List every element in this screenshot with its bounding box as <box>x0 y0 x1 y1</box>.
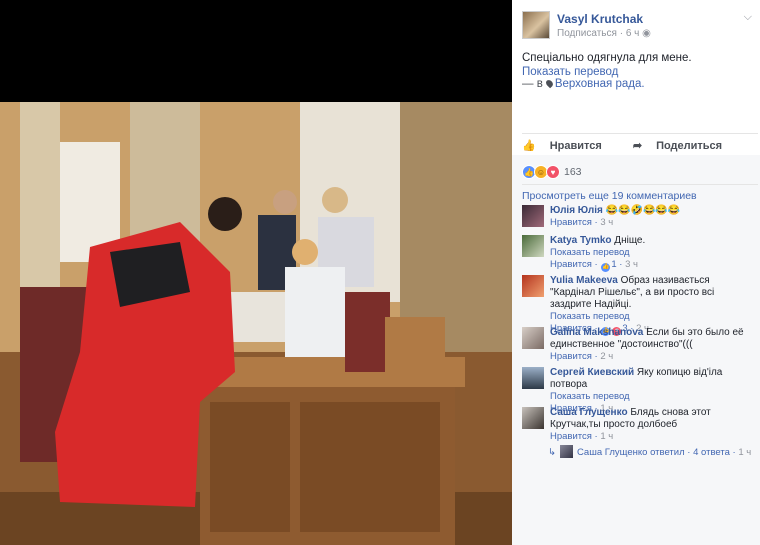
comment-time: 1 ч <box>600 431 614 442</box>
comment-body: Galina Makshanova Если бы это было её ед… <box>550 327 755 363</box>
post-actions: 👍 Нравится ➦ Поделиться <box>522 139 750 153</box>
translate-link[interactable]: Показать перевод <box>550 311 755 323</box>
author-avatar[interactable] <box>522 11 550 39</box>
comment-body: Саша Глущенко Блядь снова этот Крутчак,т… <box>550 407 755 443</box>
share-icon: ➦ <box>632 140 643 152</box>
share-button[interactable]: ➦ Поделиться <box>632 139 736 153</box>
reaction-count: 163 <box>564 166 582 178</box>
comment-meta: Нравится · 1 ч <box>550 431 614 442</box>
commenter-avatar[interactable] <box>522 235 544 257</box>
comment-like-link[interactable]: Нравится <box>550 351 592 362</box>
location-prefix: — в <box>522 78 543 90</box>
subscribe-link[interactable]: Подписаться <box>557 28 617 39</box>
comment-time: 3 ч <box>600 217 614 228</box>
comment-text: 😂😂🤣😂😂😂 <box>605 205 681 216</box>
commenter-name[interactable]: Katya Tymko <box>550 235 612 246</box>
post-sidebar: Vasyl Krutchak Подписаться · 6 ч ◉ ⌵ Спе… <box>512 0 760 545</box>
reply-time: 1 ч <box>738 447 752 458</box>
reaction-summary[interactable]: 👍 ☺ ♥ 163 <box>522 164 582 180</box>
like-badge-icon: 👍 <box>601 263 611 272</box>
photo-scene <box>0 102 512 545</box>
photo-viewer <box>0 0 512 545</box>
like-button[interactable]: 👍 Нравится <box>522 139 616 153</box>
post-time[interactable]: 6 ч <box>626 28 640 39</box>
author-name[interactable]: Vasyl Krutchak <box>557 12 643 26</box>
location-pin-icon <box>544 78 555 89</box>
thumbs-up-icon: 👍 <box>522 140 536 152</box>
commenter-avatar[interactable] <box>522 327 544 349</box>
reply-arrow-icon: ↳ <box>548 447 556 458</box>
reply-avatar <box>559 445 573 458</box>
reply-author: Саша Глущенко ответил <box>576 447 685 458</box>
translate-link[interactable]: Показать перевод <box>550 391 755 403</box>
comment-like-link[interactable]: Нравится <box>550 259 592 270</box>
comment-meta: Нравится · 3 ч <box>550 217 614 228</box>
comment-like-count: 1 <box>611 259 617 270</box>
reply-count: 4 ответа <box>693 447 730 458</box>
commenter-name[interactable]: Galina Makshanova <box>550 327 643 338</box>
post-photo[interactable] <box>0 102 512 545</box>
commenter-name[interactable]: Yulia Makeeva <box>550 275 618 286</box>
comment-like-link[interactable]: Нравится <box>550 217 592 228</box>
divider <box>522 133 758 134</box>
globe-icon: ◉ <box>642 28 651 39</box>
comment-time: 2 ч <box>600 351 614 362</box>
comment-meta: Нравится · 👍 1 · 3 ч <box>550 259 638 272</box>
commenter-avatar[interactable] <box>522 407 544 429</box>
commenter-avatar[interactable] <box>522 205 544 227</box>
commenter-avatar[interactable] <box>522 367 544 389</box>
divider <box>522 184 758 185</box>
location-link[interactable]: Верховная рада. <box>555 78 645 90</box>
commenter-name[interactable]: Сергей Киевский <box>550 367 634 378</box>
comments-section: 👍 ☺ ♥ 163 Просмотреть еще 19 комментарие… <box>512 155 760 545</box>
comment-text: Дніще. <box>614 235 646 246</box>
commenter-name[interactable]: Юлія Юлія <box>550 205 603 216</box>
share-label: Поделиться <box>656 139 723 152</box>
post-header: Vasyl Krutchak Подписаться · 6 ч ◉ ⌵ <box>522 11 752 41</box>
comment-body: Юлія Юлія 😂😂🤣😂😂😂 Нравится · 3 ч <box>550 205 755 229</box>
translate-link[interactable]: Показать перевод <box>522 66 618 78</box>
post-meta: Подписаться · 6 ч ◉ <box>557 28 651 39</box>
translate-link[interactable]: Показать перевод <box>550 247 755 259</box>
location-line: — в Верховная рада. <box>522 78 645 90</box>
post-text: Спеціально одягнула для мене. <box>522 52 692 64</box>
love-reaction-icon: ♥ <box>546 165 560 179</box>
commenter-avatar[interactable] <box>522 275 544 297</box>
view-more-comments[interactable]: Просмотреть еще 19 комментариев <box>522 190 697 202</box>
commenter-name[interactable]: Саша Глущенко <box>550 407 628 418</box>
comment-time: 3 ч <box>625 259 638 270</box>
comment-body: Katya Tymko Дніще. Показать перевод Нрав… <box>550 235 755 272</box>
comment-meta: Нравится · 2 ч <box>550 351 614 362</box>
chevron-down-icon[interactable]: ⌵ <box>744 11 752 24</box>
reply-summary[interactable]: ↳ Саша Глущенко ответил · 4 ответа · 1 ч <box>548 445 751 458</box>
like-label: Нравится <box>549 139 602 152</box>
comment-like-link[interactable]: Нравится <box>550 431 592 442</box>
